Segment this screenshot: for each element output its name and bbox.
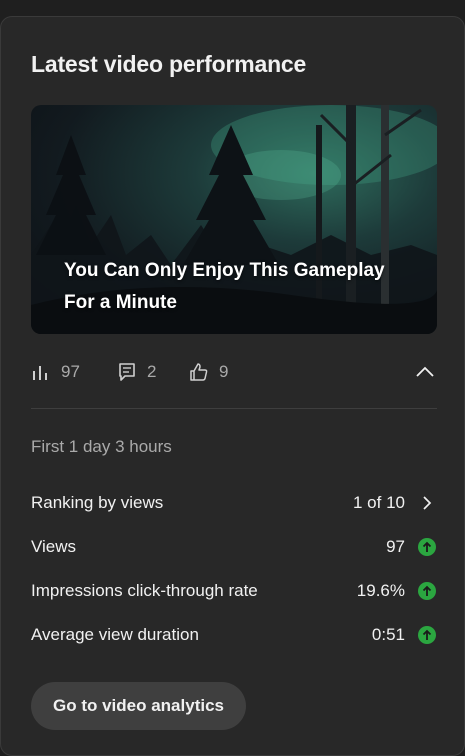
collapse-button[interactable] (413, 357, 437, 387)
arrow-up-icon (418, 582, 436, 600)
go-to-video-analytics-button[interactable]: Go to video analytics (31, 682, 246, 730)
arrow-up-icon (418, 538, 436, 556)
video-stats-row: 97 2 9 (31, 357, 437, 387)
views-count: 97 (61, 362, 80, 381)
metric-value: 97 (386, 537, 405, 556)
metric-label: Impressions click-through rate (31, 581, 258, 600)
chevron-right-icon (423, 496, 432, 510)
video-title-line-1: You Can Only Enjoy This Gameplay (64, 260, 385, 281)
video-thumbnail[interactable]: You Can Only Enjoy This Gameplay For a M… (31, 105, 437, 334)
card-title: Latest video performance (31, 51, 307, 77)
bar-chart-icon (33, 366, 47, 380)
comment-icon (119, 363, 135, 381)
views-stat: 97 (31, 357, 80, 387)
divider (31, 408, 437, 409)
metric-label: Views (31, 537, 77, 556)
thumbs-up-icon (190, 363, 208, 381)
metric-value: 19.6% (356, 581, 405, 600)
video-title-line-2: For a Minute (64, 292, 177, 313)
latest-video-performance-card: Latest video performance You Can Only En… (0, 16, 465, 756)
likes-stat: 9 (189, 357, 228, 387)
metric-row-ctr: Impressions click-through rate 19.6% (31, 578, 437, 604)
time-period-label: First 1 day 3 hours (31, 437, 172, 456)
comments-stat: 2 (117, 357, 156, 387)
metric-value: 0:51 (371, 625, 405, 644)
likes-count: 9 (219, 362, 229, 381)
metric-row-avg-duration: Average view duration 0:51 (31, 622, 437, 648)
comments-count: 2 (147, 362, 157, 381)
metric-label: Ranking by views (31, 493, 164, 512)
metric-row-views: Views 97 (31, 534, 437, 560)
arrow-up-icon (418, 626, 436, 644)
metric-row-ranking[interactable]: Ranking by views 1 of 10 (31, 490, 437, 516)
video-title[interactable]: You Can Only Enjoy This Gameplay For a M… (64, 255, 424, 319)
metric-value: 1 of 10 (353, 493, 405, 512)
metric-label: Average view duration (31, 625, 199, 644)
chevron-up-icon (416, 366, 434, 377)
